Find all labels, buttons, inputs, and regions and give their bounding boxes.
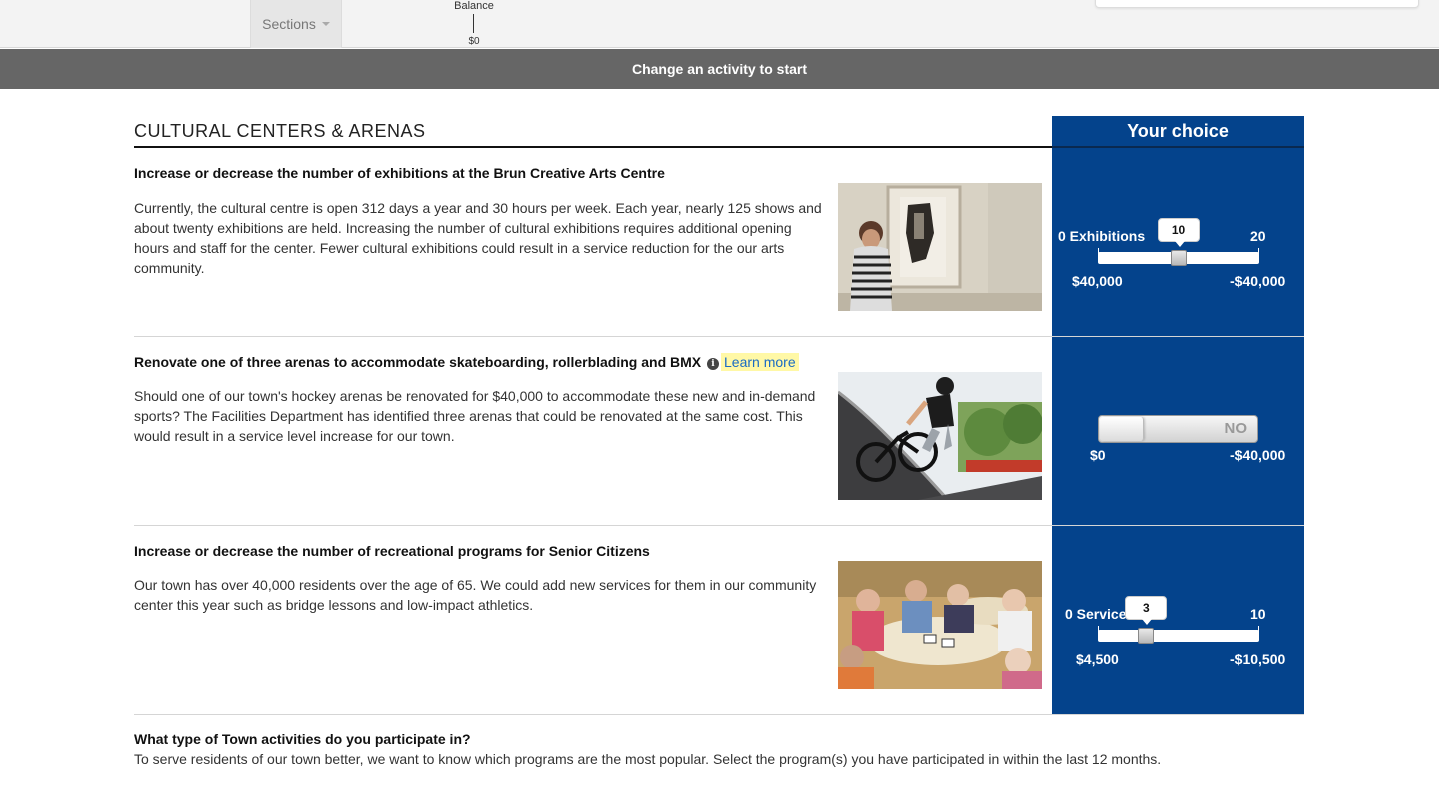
section-title: CULTURAL CENTERS & ARENAS — [134, 121, 426, 141]
activity-title-exhibitions: Increase or decrease the number of exhib… — [134, 165, 665, 181]
slider-max-label: 20 — [1250, 228, 1266, 244]
exhibition-photo — [838, 183, 1042, 311]
activity-description-seniors: Our town has over 40,000 residents over … — [134, 577, 817, 613]
banner-text: Change an activity to start — [631, 61, 808, 77]
slider-min-label: 0 Services — [1065, 606, 1135, 622]
balance-label: Balance — [454, 0, 494, 12]
learn-more-link[interactable]: Learn more — [721, 353, 799, 371]
row-divider — [134, 714, 1304, 715]
sections-label: Sections — [262, 16, 316, 32]
exhibitions-slider[interactable]: 10 — [1098, 218, 1259, 266]
activity-title-seniors: Increase or decrease the number of recre… — [134, 543, 650, 559]
slider-end-tick — [1258, 626, 1259, 640]
activity-description-exhibitions: Currently, the cultural centre is open 3… — [134, 200, 822, 276]
slider-min-label: 0 Exhibitions — [1058, 228, 1146, 244]
slider-start-tick — [1098, 248, 1099, 262]
section-divider — [134, 146, 1052, 148]
choice-panel-exhibitions: 0 Exhibitions 20 10 $40,000 -$40,000 — [1052, 148, 1304, 336]
info-icon[interactable]: i — [707, 358, 720, 370]
toggle-high-cost: -$40,000 — [1230, 447, 1286, 463]
slider-high-cost: -$10,500 — [1230, 651, 1286, 667]
your-choice-label: Your choice — [1127, 120, 1229, 141]
toggle-knob[interactable] — [1100, 417, 1144, 441]
top-bar: Sections Balance $0 — [0, 0, 1439, 48]
toggle-state-label: NO — [1224, 420, 1248, 437]
bmx-photo — [838, 372, 1042, 500]
participation-question-title: What type of Town activities do you part… — [134, 731, 471, 747]
arena-renovation-toggle[interactable]: NO — [1098, 415, 1258, 443]
activity-description-arenas: Should one of our town's hockey arenas b… — [134, 388, 816, 444]
arenas-title-text: Renovate one of three arenas to accommod… — [134, 354, 702, 370]
slider-value-bubble: 3 — [1125, 596, 1168, 625]
slider-low-cost: $4,500 — [1076, 651, 1119, 667]
status-banner: Change an activity to start — [0, 49, 1439, 89]
balance-indicator: Balance $0 — [444, 0, 504, 48]
toggle-low-cost: $0 — [1090, 447, 1106, 463]
slider-low-cost: $40,000 — [1072, 273, 1123, 289]
your-choice-header: Your choice — [1052, 116, 1304, 146]
summary-card — [1095, 0, 1419, 8]
choice-panel-seniors: 0 Services 10 3 $4,500 -$10,500 — [1052, 526, 1304, 714]
slider-value-bubble: 10 — [1157, 218, 1200, 247]
slider-start-tick — [1098, 626, 1099, 640]
balance-value: $0 — [468, 36, 480, 47]
activity-title-arenas: Renovate one of three arenas to accommod… — [134, 353, 799, 371]
senior-programs-slider[interactable]: 3 — [1098, 596, 1259, 644]
chevron-down-icon — [321, 22, 330, 26]
choice-panel-arenas: NO $0 -$40,000 — [1052, 337, 1304, 525]
sections-dropdown-button[interactable]: Sections — [250, 0, 342, 48]
slider-high-cost: -$40,000 — [1230, 273, 1286, 289]
slider-max-label: 10 — [1250, 606, 1266, 622]
participation-question-description: To serve residents of our town better, w… — [134, 751, 1162, 767]
balance-marker — [473, 14, 474, 33]
seniors-photo — [838, 561, 1042, 689]
slider-end-tick — [1258, 248, 1259, 262]
slider-handle[interactable] — [1170, 250, 1187, 266]
slider-handle[interactable] — [1138, 628, 1155, 644]
